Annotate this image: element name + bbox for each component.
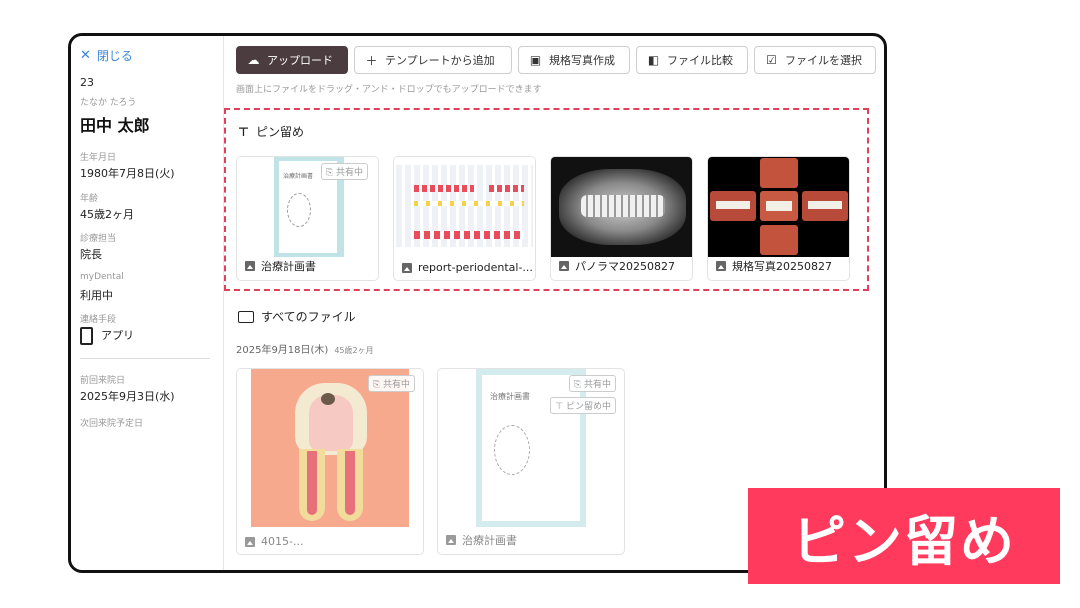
select-label: ファイルを選択 [785,54,862,67]
age-label: 年齢 [80,194,99,204]
shared-badge: ⎘ 共有中 [320,163,368,180]
age-value: 45歳2ヶ月 [80,208,134,221]
date-group-header: 2025年9月18日(木) 45歳2ヶ月 [236,341,374,356]
group-date: 2025年9月18日(木) [236,345,329,356]
add-photo-icon: ▣ [529,53,542,67]
sidebar-divider [80,358,210,359]
mydental-value: 利用中 [80,289,113,302]
contact-value: アプリ [80,327,134,345]
doc-title-text: 治療計画書 [490,392,530,401]
file-name-text: 4015-... [261,535,304,548]
pinned-file-card[interactable]: パノラマ20250827 [550,156,693,281]
file-name: 治療計画書 [245,258,316,274]
share-icon: ⎘ [573,380,582,390]
next-visit-label: 次回来院予定日 [80,419,144,429]
file-name: 4015-... [245,535,303,548]
compare-label: ファイル比較 [667,54,733,67]
patient-kana: たなか たろう [80,98,137,108]
report-thumbnail [394,157,535,257]
shared-badge-text: 共有中 [335,168,363,178]
compare-icon: ◧ [647,53,660,67]
template-label: テンプレートから追加 [385,54,495,67]
file-name: パノラマ20250827 [559,258,675,274]
select-files-button[interactable]: ☑ ファイルを選択 [754,46,876,74]
xray-thumbnail [551,157,692,257]
document-thumbnail: 治療計画書 [476,369,586,527]
pin-icon: ⊤ [238,124,249,139]
patient-sidebar: ✕ 閉じる 23 たなか たろう 田中 太郎 生年月日 1980年7月8日(火)… [71,36,224,570]
document-icon [245,536,255,547]
share-icon: ⎘ [325,168,334,178]
file-name: report-periodental-... [402,261,533,274]
photo-grid-thumbnail [708,157,849,257]
checkbox-icon: ☑ [766,53,777,67]
toolbar: ☁ アップロード ＋ テンプレートから追加 ▣ 規格写真作成 ◧ ファイル比較 … [236,46,876,74]
image-icon [559,261,569,271]
plus-icon: ＋ [365,53,378,68]
birth-label: 生年月日 [80,153,117,163]
patient-name: 田中 太郎 [80,116,150,135]
contact-text: アプリ [101,329,134,342]
compare-files-button[interactable]: ◧ ファイル比較 [636,46,748,74]
file-card[interactable]: 治療計画書 ⎘ 共有中 ⊤ ピン留め中 治療計画書 [437,368,625,555]
upload-label: アップロード [267,54,333,67]
close-label: 閉じる [96,49,133,63]
file-name: 治療計画書 [446,532,517,548]
folder-icon [238,310,254,323]
pinned-badge-text: ピン留め中 [565,402,611,412]
share-icon: ⎘ [372,380,381,390]
doc-title-text: 治療計画書 [283,173,314,180]
shared-badge: ⎘ 共有中 [568,375,616,392]
file-name-text: 治療計画書 [462,534,517,547]
add-from-template-button[interactable]: ＋ テンプレートから追加 [354,46,512,74]
shared-badge-text: 共有中 [382,380,410,390]
group-age: 45歳2ヶ月 [334,346,374,355]
image-icon [402,262,412,273]
contact-label: 連絡手段 [80,315,117,325]
create-standard-photo-button[interactable]: ▣ 規格写真作成 [518,46,630,74]
file-name-text: 規格写真20250827 [732,260,832,273]
all-files-title-text: すべてのファイル [261,310,356,324]
file-name-text: report-periodental-... [418,261,533,274]
doctor-value: 院長 [80,248,102,261]
doctor-label: 診療担当 [80,234,117,244]
close-button[interactable]: ✕ 閉じる [80,47,133,64]
file-name-text: 治療計画書 [261,260,316,273]
image-icon [245,261,255,271]
phone-icon [80,327,93,345]
image-icon [446,535,456,545]
upload-button[interactable]: ☁ アップロード [236,46,348,74]
last-visit-value: 2025年9月3日(水) [80,390,175,403]
pinned-title-text: ピン留め [255,125,304,139]
pin-icon: ⊤ [555,402,564,412]
image-icon [716,261,726,271]
shared-badge-text: 共有中 [583,380,611,390]
file-name: 規格写真20250827 [716,258,832,274]
pin-feature-caption: ピン留め [748,488,1060,584]
all-files-section-title: すべてのファイル [238,308,356,325]
photo-label: 規格写真作成 [549,54,615,67]
pinned-file-card[interactable]: 規格写真20250827 [707,156,850,281]
file-card[interactable]: ⎘ 共有中 4015-... [236,368,424,555]
pinned-file-card[interactable]: report-periodental-... [393,156,536,281]
upload-hint: 画面上にファイルをドラッグ・アンド・ドロップでもアップロードできます [236,85,542,95]
pinned-file-card[interactable]: 治療計画書 ⎘ 共有中 治療計画書 [236,156,379,281]
patient-id: 23 [80,76,94,89]
close-icon: ✕ [80,48,91,63]
pinned-section-title: ⊤ ピン留め [238,123,304,140]
mydental-label: myDental [80,272,124,282]
cloud-upload-icon: ☁ [247,53,260,67]
file-name-text: パノラマ20250827 [575,260,675,273]
shared-badge: ⎘ 共有中 [367,375,415,392]
pinned-badge: ⊤ ピン留め中 [550,397,616,414]
last-visit-label: 前回来院日 [80,376,126,386]
birth-value: 1980年7月8日(火) [80,167,175,180]
tooth-illustration-thumbnail [251,369,409,527]
